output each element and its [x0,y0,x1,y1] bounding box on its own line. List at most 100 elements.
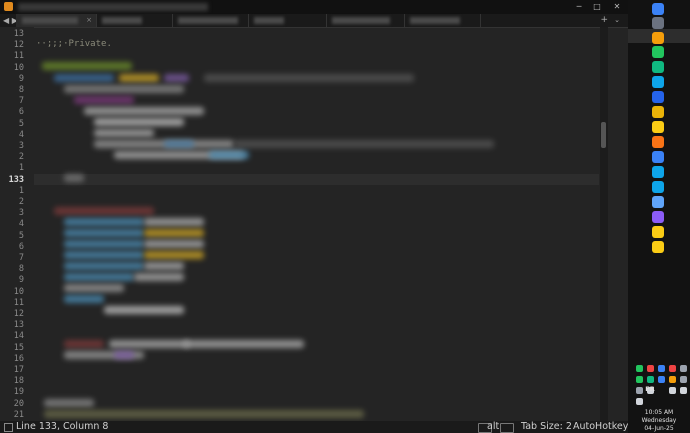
tab-3[interactable] [172,14,249,27]
obscured-code [64,174,84,182]
obscured-code [94,118,184,126]
tray-icon[interactable] [680,376,687,383]
line-number: 21 [13,409,24,420]
line-number: 13 [13,320,24,331]
tab-label [254,17,284,24]
obscured-code [54,74,114,82]
task-view-icon[interactable] [652,17,664,29]
close-button[interactable]: ✕ [608,0,626,14]
obscured-code [64,251,144,259]
tab-2[interactable] [96,14,173,27]
sublime-icon[interactable] [652,32,664,44]
line-number: 5 [18,118,24,129]
line-number: 2 [18,152,24,163]
obscured-code [64,85,184,93]
obscured-code [44,410,364,418]
app-icon[interactable] [652,121,664,133]
tray-icon[interactable] [636,365,643,372]
clock-time[interactable]: 10:05 AM [628,409,690,416]
taskbar: FR 10:05 AM Wednesday 04-Jun-25 [628,0,690,433]
tab-size[interactable]: Tab Size: 2 [521,421,572,433]
alt-indicator[interactable]: alt [487,421,499,433]
obscured-code [64,273,134,281]
obscured-code [104,306,184,314]
tab-6[interactable] [404,14,481,27]
minimize-button[interactable]: ─ [570,0,588,14]
obscured-code [64,240,144,248]
firefox-icon[interactable] [652,136,664,148]
tray-icon[interactable] [680,365,687,372]
tray-icon[interactable] [636,376,643,383]
app-icon[interactable] [652,196,664,208]
obscured-code [84,107,204,115]
start-icon[interactable] [652,3,664,15]
line-number: 16 [13,353,24,364]
new-tab-button[interactable]: + [600,14,608,27]
tab-bar: ◀ ▶ × + ⌄ [0,14,628,28]
tab-5[interactable] [326,14,405,27]
line-number: 11 [13,297,24,308]
code-area[interactable]: ··;;;·Private. [34,27,599,421]
panel-toggle-icon[interactable] [4,423,13,432]
obscured-code [44,399,94,407]
tray-icon[interactable] [669,387,676,394]
maximize-button[interactable]: □ [588,0,606,14]
telegram-icon[interactable] [652,181,664,193]
obscured-code [109,340,189,348]
tray-icon[interactable] [669,365,676,372]
language-indicator[interactable]: FR [640,385,660,393]
comment-line: ··;;;·Private. [36,39,112,49]
tab-1[interactable]: × [16,14,97,27]
obscured-code [119,74,159,82]
line-number: 6 [18,107,24,118]
obscured-code [64,229,144,237]
line-number: 20 [13,398,24,409]
app-icon[interactable] [652,241,664,253]
tray-icon[interactable] [647,365,654,372]
line-number: 6 [18,241,24,252]
file-explorer-icon[interactable] [652,106,664,118]
line-number: 11 [13,51,24,62]
scrollbar-thumb[interactable] [601,122,606,148]
vertical-scrollbar[interactable] [600,27,608,421]
line-number: 13 [13,29,24,39]
wifi-icon[interactable] [680,387,687,394]
obscured-code [54,207,154,215]
clock-date[interactable]: 04-Jun-25 [628,425,690,432]
onedrive-icon[interactable] [652,91,664,103]
tray-icon[interactable] [658,376,665,383]
tray-icon[interactable] [669,376,676,383]
cursor-position[interactable]: Line 133, Column 8 [16,421,108,433]
line-number: 9 [18,275,24,286]
line-number: 1 [18,163,24,174]
line-number: 7 [18,253,24,263]
firefox-icon[interactable] [652,151,664,163]
app-icon[interactable] [652,46,664,58]
tray-icon[interactable] [658,365,665,372]
obscured-code [164,74,189,82]
edge-icon[interactable] [652,166,664,178]
app-icon[interactable] [652,226,664,238]
line-number: 9 [18,73,24,84]
obscured-code [164,140,194,148]
tab-4[interactable] [248,14,327,27]
edge-icon[interactable] [652,76,664,88]
volume-icon[interactable] [636,398,643,405]
line-number: 8 [18,264,24,275]
syntax-selector[interactable]: AutoHotkey [573,421,628,433]
app-icon[interactable] [652,211,664,223]
tray-icon[interactable] [647,376,654,383]
obscured-code [144,240,204,248]
obscured-code [204,74,414,82]
line-number: 4 [18,219,24,230]
line-number: 12 [13,40,24,51]
tab-list-chevron-icon[interactable]: ⌄ [614,14,620,27]
app-icon[interactable] [652,61,664,73]
obscured-code [64,262,144,270]
close-icon[interactable]: × [86,14,92,27]
line-number: 19 [13,387,24,398]
clock-day[interactable]: Wednesday [628,417,690,424]
obscured-code [94,129,154,137]
obscured-code [64,284,124,292]
line-number: 4 [18,129,24,140]
